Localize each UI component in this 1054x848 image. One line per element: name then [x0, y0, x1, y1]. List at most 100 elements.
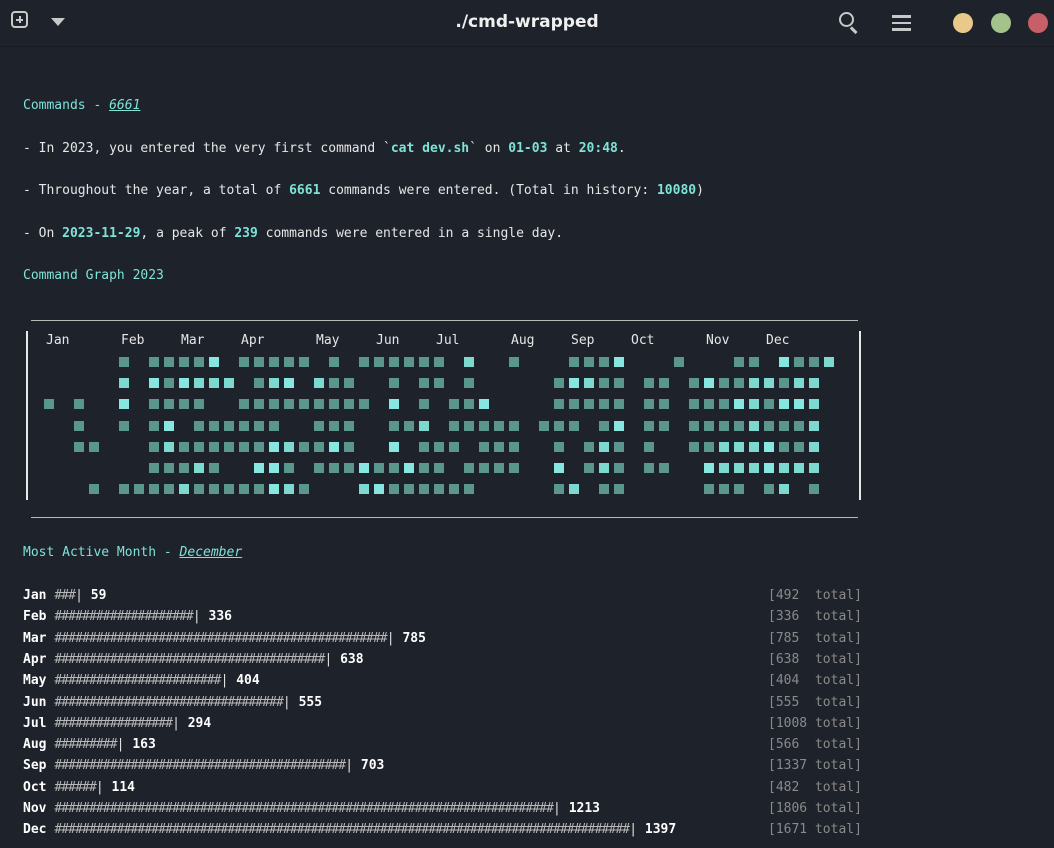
hamburger-menu-icon — [892, 28, 911, 31]
graph-cell — [569, 378, 579, 388]
graph-cell — [239, 399, 249, 409]
month-value: 404 — [236, 673, 260, 688]
graph-cell — [329, 442, 339, 452]
graph-cell — [254, 442, 264, 452]
graph-cell — [389, 357, 399, 367]
graph-cell — [299, 399, 309, 409]
graph-cell — [824, 357, 834, 367]
graph-cell — [224, 378, 234, 388]
graph-cell — [644, 421, 654, 431]
graph-cell — [419, 378, 429, 388]
month-total: [336 total] — [768, 609, 862, 624]
graph-cell — [779, 484, 789, 494]
graph-cell — [149, 357, 159, 367]
graph-cell — [194, 463, 204, 473]
graph-cell — [164, 357, 174, 367]
graph-cell — [359, 484, 369, 494]
graph-cell — [794, 463, 804, 473]
graph-cell — [74, 421, 84, 431]
graph-cell — [89, 442, 99, 452]
graph-cell — [734, 357, 744, 367]
month-name: Jun — [23, 695, 55, 710]
graph-cell — [644, 463, 654, 473]
graph-cell — [269, 421, 279, 431]
new-tab-button[interactable] — [11, 11, 28, 28]
graph-cell — [569, 399, 579, 409]
graph-cell — [599, 378, 609, 388]
graph-cell — [389, 378, 399, 388]
graph-cell — [569, 357, 579, 367]
graph-cell — [749, 463, 759, 473]
graph-cell — [269, 399, 279, 409]
hamburger-menu-icon — [892, 15, 911, 18]
graph-cell — [314, 399, 324, 409]
total-commands-line: - Throughout the year, a total of 6661 c… — [23, 183, 704, 198]
graph-cell — [599, 484, 609, 494]
graph-cell — [299, 442, 309, 452]
graph-cell — [734, 484, 744, 494]
graph-cell — [689, 399, 699, 409]
graph-cell — [179, 442, 189, 452]
graph-cell — [179, 357, 189, 367]
graph-cell — [344, 421, 354, 431]
graph-cell — [659, 399, 669, 409]
graph-cell — [149, 463, 159, 473]
graph-cell — [809, 463, 819, 473]
graph-cell — [359, 399, 369, 409]
graph-cell — [704, 378, 714, 388]
graph-cell — [314, 378, 324, 388]
bar-end: | — [116, 737, 133, 752]
month-bar: ########################################… — [54, 631, 387, 646]
minimize-button[interactable] — [953, 13, 973, 33]
graph-cell — [329, 357, 339, 367]
bar-end: | — [386, 631, 403, 646]
graph-cell — [314, 421, 324, 431]
graph-cell — [269, 463, 279, 473]
graph-cell — [554, 399, 564, 409]
graph-cell — [419, 484, 429, 494]
graph-cell — [509, 421, 519, 431]
bar-end: | — [345, 758, 361, 773]
month-bar-row: Dec ####################################… — [23, 822, 676, 837]
graph-cell — [614, 484, 624, 494]
graph-cell — [749, 421, 759, 431]
graph-cell — [374, 484, 384, 494]
graph-cell — [44, 399, 54, 409]
graph-left-border — [26, 331, 28, 500]
graph-cell — [239, 442, 249, 452]
graph-cell — [704, 421, 714, 431]
graph-cell — [719, 463, 729, 473]
graph-cell — [764, 378, 774, 388]
month-name: Nov — [23, 801, 55, 816]
graph-cell — [239, 421, 249, 431]
graph-cell — [404, 484, 414, 494]
graph-cell — [779, 357, 789, 367]
month-value: 163 — [132, 737, 156, 752]
menu-button[interactable] — [892, 15, 911, 31]
close-button[interactable] — [1028, 13, 1048, 33]
graph-cell — [764, 442, 774, 452]
month-name: Jan — [23, 588, 55, 603]
graph-cell — [644, 399, 654, 409]
month-value: 336 — [208, 609, 232, 624]
graph-cell — [404, 463, 414, 473]
month-bar-row: Jul #################| 294 — [23, 716, 211, 731]
maximize-button[interactable] — [991, 13, 1011, 33]
graph-cell — [779, 463, 789, 473]
bar-end: | — [324, 652, 341, 667]
graph-cell — [479, 399, 489, 409]
graph-cell — [464, 421, 474, 431]
graph-cell — [704, 442, 714, 452]
graph-cell — [794, 421, 804, 431]
month-value: 555 — [298, 695, 323, 710]
chevron-down-icon[interactable] — [51, 18, 65, 26]
graph-cell — [644, 442, 654, 452]
graph-cell — [434, 378, 444, 388]
search-button[interactable] — [839, 12, 859, 34]
graph-cell — [689, 442, 699, 452]
month-label-jan: Jan — [46, 333, 70, 348]
month-name: Oct — [23, 780, 55, 795]
title-bar: ./cmd-wrapped — [0, 0, 1054, 47]
graph-cell — [464, 378, 474, 388]
graph-cell — [659, 421, 669, 431]
